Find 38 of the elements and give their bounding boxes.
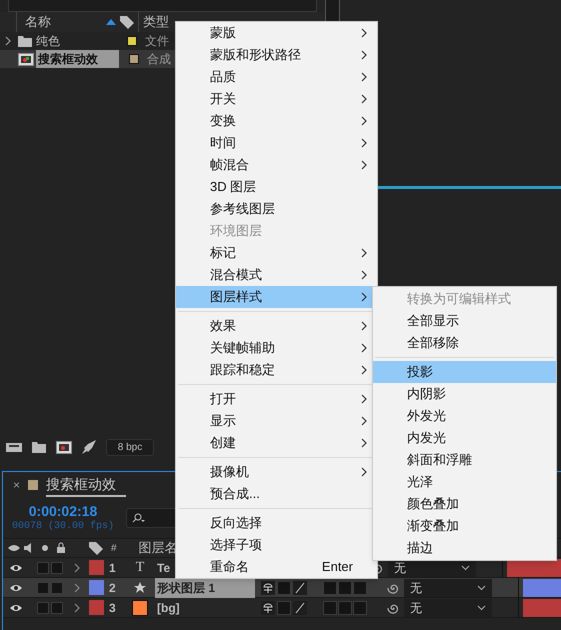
item-name: 纯色 — [35, 33, 61, 50]
item-type: 合成 — [147, 51, 171, 68]
menu-item[interactable]: 投影 — [373, 361, 556, 383]
layer-name[interactable]: 形状图层 1 — [155, 578, 255, 598]
bit-depth-button[interactable]: 8 bpc — [106, 438, 154, 456]
menu-item[interactable]: 3D 图层 — [176, 176, 377, 198]
column-label[interactable]: 类型 — [138, 12, 169, 32]
close-tab-button[interactable]: × — [13, 476, 20, 494]
menu-item[interactable]: 重命名 Enter — [176, 556, 377, 578]
column-label: # — [111, 542, 117, 556]
layer-row[interactable]: 3 [bg] 无 — [3, 598, 561, 618]
menu-item[interactable]: 描边 — [373, 537, 556, 559]
menu-item[interactable]: 品质 — [176, 66, 377, 88]
item-name: 搜索框动效 — [36, 50, 119, 68]
layer-name[interactable]: [bg] — [155, 598, 255, 618]
item-type: 文件 — [145, 33, 169, 50]
column-label[interactable]: 名称 — [25, 12, 106, 32]
layer-number: 1 — [109, 560, 117, 576]
layer-row[interactable]: 2 形状图层 1 无 — [3, 578, 561, 598]
composition-tab[interactable]: 搜索框动效 — [46, 474, 126, 496]
frame-count: 00078 (30.00 fps) — [12, 520, 114, 534]
menu-item[interactable]: 光泽 — [373, 471, 556, 493]
menu-item[interactable]: 渐变叠加 — [373, 515, 556, 537]
text-layer-icon: T — [136, 557, 144, 578]
menu-item[interactable]: 参考线图层 — [176, 198, 377, 220]
layer-number: 3 — [109, 600, 117, 616]
menu-item[interactable]: 时间 — [176, 132, 377, 154]
current-time[interactable]: 0:00:02:18 — [28, 502, 98, 518]
menu-item[interactable]: 开关 — [176, 88, 377, 110]
menu-item[interactable]: 蒙版 — [176, 22, 377, 44]
menu-item[interactable]: 混合模式 — [176, 264, 377, 286]
menu-item[interactable]: 帧混合 — [176, 154, 377, 176]
menu-item[interactable]: 变换 — [176, 110, 377, 132]
menu-item[interactable]: 颜色叠加 — [373, 493, 556, 515]
track-matte-dropdown[interactable]: 无 — [404, 598, 492, 616]
layer-number: 2 — [109, 580, 117, 596]
menu-item[interactable]: 标记 — [176, 242, 377, 264]
track-matte-dropdown[interactable]: 无 — [404, 578, 492, 596]
